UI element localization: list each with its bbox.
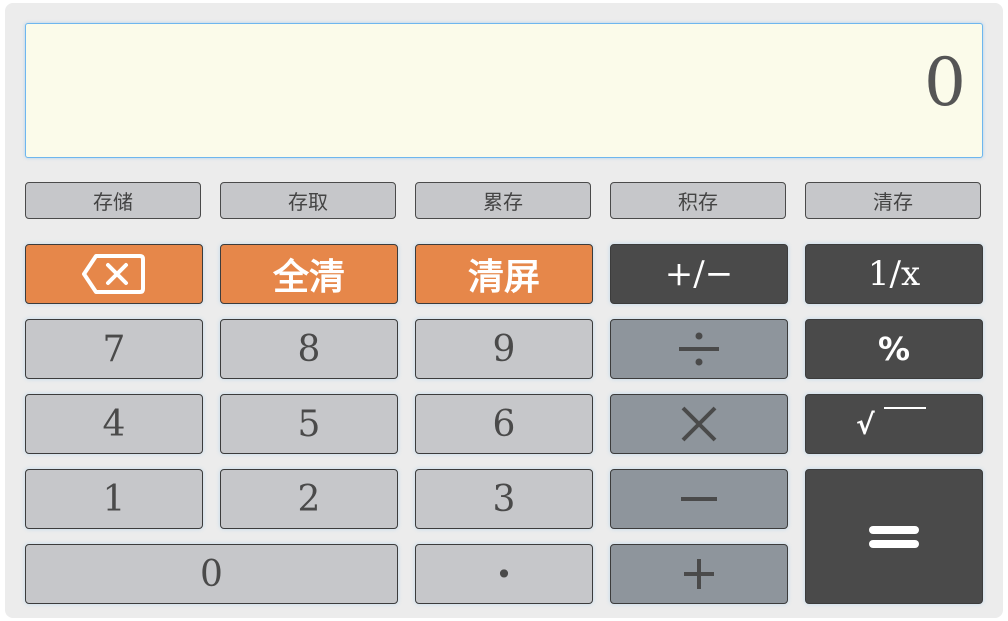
- multiply-icon: [681, 406, 717, 442]
- negate-button[interactable]: +/−: [610, 244, 788, 304]
- sqrt-button[interactable]: √: [805, 394, 983, 454]
- display-value: 0: [924, 44, 966, 121]
- plus-icon: [684, 559, 714, 589]
- memory-clear-button[interactable]: 清存: [805, 182, 981, 219]
- backspace-icon: [82, 254, 145, 294]
- sqrt-icon: √: [854, 404, 934, 444]
- memory-recall-button[interactable]: 存取: [220, 182, 396, 219]
- minus-icon: [681, 497, 717, 501]
- digit-5-button[interactable]: 5: [220, 394, 398, 454]
- digit-8-button[interactable]: 8: [220, 319, 398, 379]
- percent-button[interactable]: %: [805, 319, 983, 379]
- display: 0: [25, 23, 983, 158]
- clear-all-button[interactable]: 全清: [220, 244, 398, 304]
- equals-button[interactable]: [805, 469, 983, 604]
- memory-multiply-button[interactable]: 积存: [610, 182, 786, 219]
- backspace-button[interactable]: [25, 244, 203, 304]
- digit-4-button[interactable]: 4: [25, 394, 203, 454]
- digit-3-button[interactable]: 3: [415, 469, 593, 529]
- divide-button[interactable]: [610, 319, 788, 379]
- reciprocal-button[interactable]: 1/x: [805, 244, 983, 304]
- memory-add-button[interactable]: 累存: [415, 182, 591, 219]
- minus-button[interactable]: [610, 469, 788, 529]
- memory-store-button[interactable]: 存储: [25, 182, 201, 219]
- digit-6-button[interactable]: 6: [415, 394, 593, 454]
- digit-2-button[interactable]: 2: [220, 469, 398, 529]
- equals-icon: [869, 525, 919, 548]
- calculator: 0 存储 存取 累存 积存 清存 全清 清屏 +/− 1/x 7 8 9 % 4…: [5, 3, 1003, 618]
- digit-1-button[interactable]: 1: [25, 469, 203, 529]
- digit-9-button[interactable]: 9: [415, 319, 593, 379]
- digit-7-button[interactable]: 7: [25, 319, 203, 379]
- clear-screen-button[interactable]: 清屏: [415, 244, 593, 304]
- divide-icon: [679, 332, 719, 366]
- digit-0-button[interactable]: 0: [25, 544, 398, 604]
- plus-button[interactable]: [610, 544, 788, 604]
- multiply-button[interactable]: [610, 394, 788, 454]
- decimal-button[interactable]: •: [415, 544, 593, 604]
